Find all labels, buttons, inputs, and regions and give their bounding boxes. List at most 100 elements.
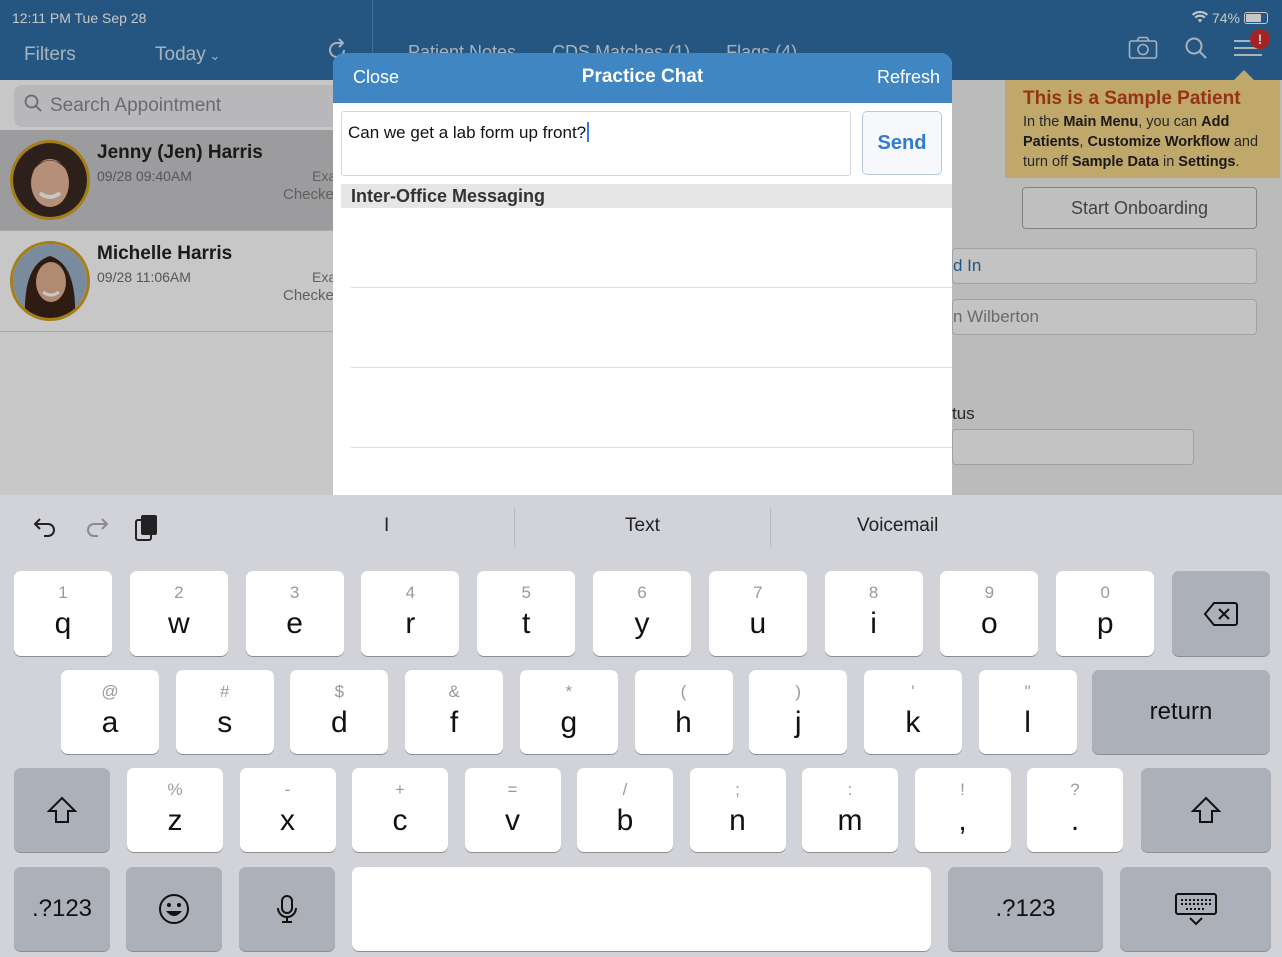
paste-icon[interactable] <box>134 513 160 548</box>
key-v[interactable]: = v <box>464 768 561 852</box>
key-,[interactable]: !, <box>914 768 1011 852</box>
key-label: .?123 <box>31 895 93 922</box>
key-alt-label: % <box>167 780 183 799</box>
key-o[interactable]: 9o <box>940 571 1039 656</box>
suggestion-2[interactable]: Text <box>625 515 660 537</box>
refresh-button[interactable]: Refresh <box>877 67 940 88</box>
key-alt-label: 3 <box>289 583 300 602</box>
key-label: a <box>101 706 119 739</box>
key-label: f <box>449 706 459 739</box>
key-label: . <box>1070 804 1080 837</box>
key-alt-label: 5 <box>521 583 531 602</box>
key-n[interactable]: ; n <box>689 768 786 852</box>
key-x[interactable]: -x <box>239 768 336 852</box>
key-l[interactable]: " l <box>978 670 1077 754</box>
modal-title: Practice Chat <box>581 66 704 87</box>
message-row <box>351 288 952 368</box>
key-z[interactable]: % z <box>127 768 223 852</box>
key-g[interactable]: * g <box>519 670 618 754</box>
message-row <box>351 208 952 288</box>
key-label: o <box>981 607 998 640</box>
key-label: u <box>749 607 767 640</box>
key-t[interactable]: 5t <box>477 571 576 656</box>
backspace-icon <box>1172 571 1270 656</box>
key-label: p <box>1096 607 1114 640</box>
shift-icon <box>1141 768 1271 852</box>
send-button[interactable]: Send <box>862 111 942 175</box>
message-text: Can we get a lab form up front? <box>348 123 587 142</box>
key-label: c <box>392 804 408 837</box>
message-input[interactable]: Can we get a lab form up front? <box>341 111 851 176</box>
key-e[interactable]: 3e <box>245 571 344 656</box>
key-alt-label: $ <box>334 682 345 701</box>
key-alt-label: & <box>448 682 460 701</box>
key-alt-label: ) <box>795 682 802 701</box>
key-label: i <box>870 607 877 640</box>
key-r[interactable]: 4r <box>361 571 460 656</box>
key-s[interactable]: # s <box>175 670 274 754</box>
key-label: z <box>167 804 183 837</box>
hide-keyboard-key[interactable] <box>1120 867 1271 951</box>
key-label: k <box>905 706 921 739</box>
key-alt-label: " <box>1024 682 1031 701</box>
numbers-key-left[interactable]: .?123 <box>14 867 110 951</box>
key-.[interactable]: ?. <box>1027 768 1123 852</box>
key-j[interactable]: ) j <box>749 670 848 754</box>
key-label: b <box>616 804 634 837</box>
emoji-key[interactable] <box>126 867 222 951</box>
suggestion-1[interactable]: I <box>384 515 389 537</box>
undo-icon[interactable] <box>32 513 58 542</box>
key-label: .?123 <box>995 895 1056 922</box>
key-label: return <box>1149 698 1213 725</box>
keyboard-shortcut-bar: I Text Voicemail <box>0 495 1282 559</box>
numbers-key-right[interactable]: .?123 <box>948 867 1103 951</box>
key-i[interactable]: 8i <box>824 571 923 656</box>
key-alt-label: ; <box>735 780 740 799</box>
key-label: m <box>837 804 863 837</box>
key-c[interactable]: + c <box>352 768 448 852</box>
key-p[interactable]: 0p <box>1056 571 1155 656</box>
key-alt-label: = <box>507 780 518 799</box>
key-alt-label: / <box>622 780 628 799</box>
key-label: q <box>54 607 72 640</box>
key-label: , <box>958 804 967 837</box>
key-y[interactable]: 6y <box>593 571 691 656</box>
key-d[interactable]: $ d <box>290 670 389 754</box>
space-key[interactable] <box>352 867 931 951</box>
key-alt-label: : <box>847 780 853 799</box>
key-label: j <box>794 706 802 739</box>
key-label: x <box>280 804 295 837</box>
shift-key-right[interactable] <box>1141 768 1271 852</box>
key-a[interactable]: @ a <box>61 670 159 754</box>
shift-key-left[interactable] <box>14 768 110 852</box>
backspace-key[interactable] <box>1172 571 1270 656</box>
message-row <box>351 368 952 448</box>
key-label: n <box>729 804 746 837</box>
key-u[interactable]: 7u <box>708 571 807 656</box>
key-alt-label: 6 <box>637 583 647 602</box>
key-f[interactable]: & f <box>405 670 504 754</box>
key-alt-label: ! <box>960 780 965 799</box>
redo-icon[interactable] <box>84 513 110 542</box>
return-key[interactable]: return <box>1092 670 1270 754</box>
key-alt-label: ' <box>911 682 915 701</box>
key-alt-label: 7 <box>753 583 763 602</box>
key-h[interactable]: (h <box>634 670 733 754</box>
microphone-icon <box>239 867 335 951</box>
key-alt-label: 8 <box>868 583 879 602</box>
key-q[interactable]: 1q <box>14 571 112 656</box>
onscreen-keyboard: I Text Voicemail 1 q 2 w 3 e 4 r 5 t 6 y 7 u 8 i 9 o 0 p @ a #… <box>0 495 1282 957</box>
emoji-icon <box>126 867 222 951</box>
key-alt-label: 0 <box>1100 583 1110 602</box>
dictation-key[interactable] <box>239 867 335 951</box>
key-alt-label: @ <box>101 682 119 701</box>
key-label: v <box>505 804 520 837</box>
key-w[interactable]: 2w <box>129 571 228 656</box>
suggestion-3[interactable]: Voicemail <box>857 515 938 537</box>
key-alt-label: 4 <box>405 583 416 602</box>
key-m[interactable]: :m <box>802 768 898 852</box>
key-b[interactable]: / b <box>577 768 673 852</box>
key-k[interactable]: ' k <box>863 670 962 754</box>
key-alt-label: ( <box>680 682 687 701</box>
key-label: y <box>634 607 650 640</box>
